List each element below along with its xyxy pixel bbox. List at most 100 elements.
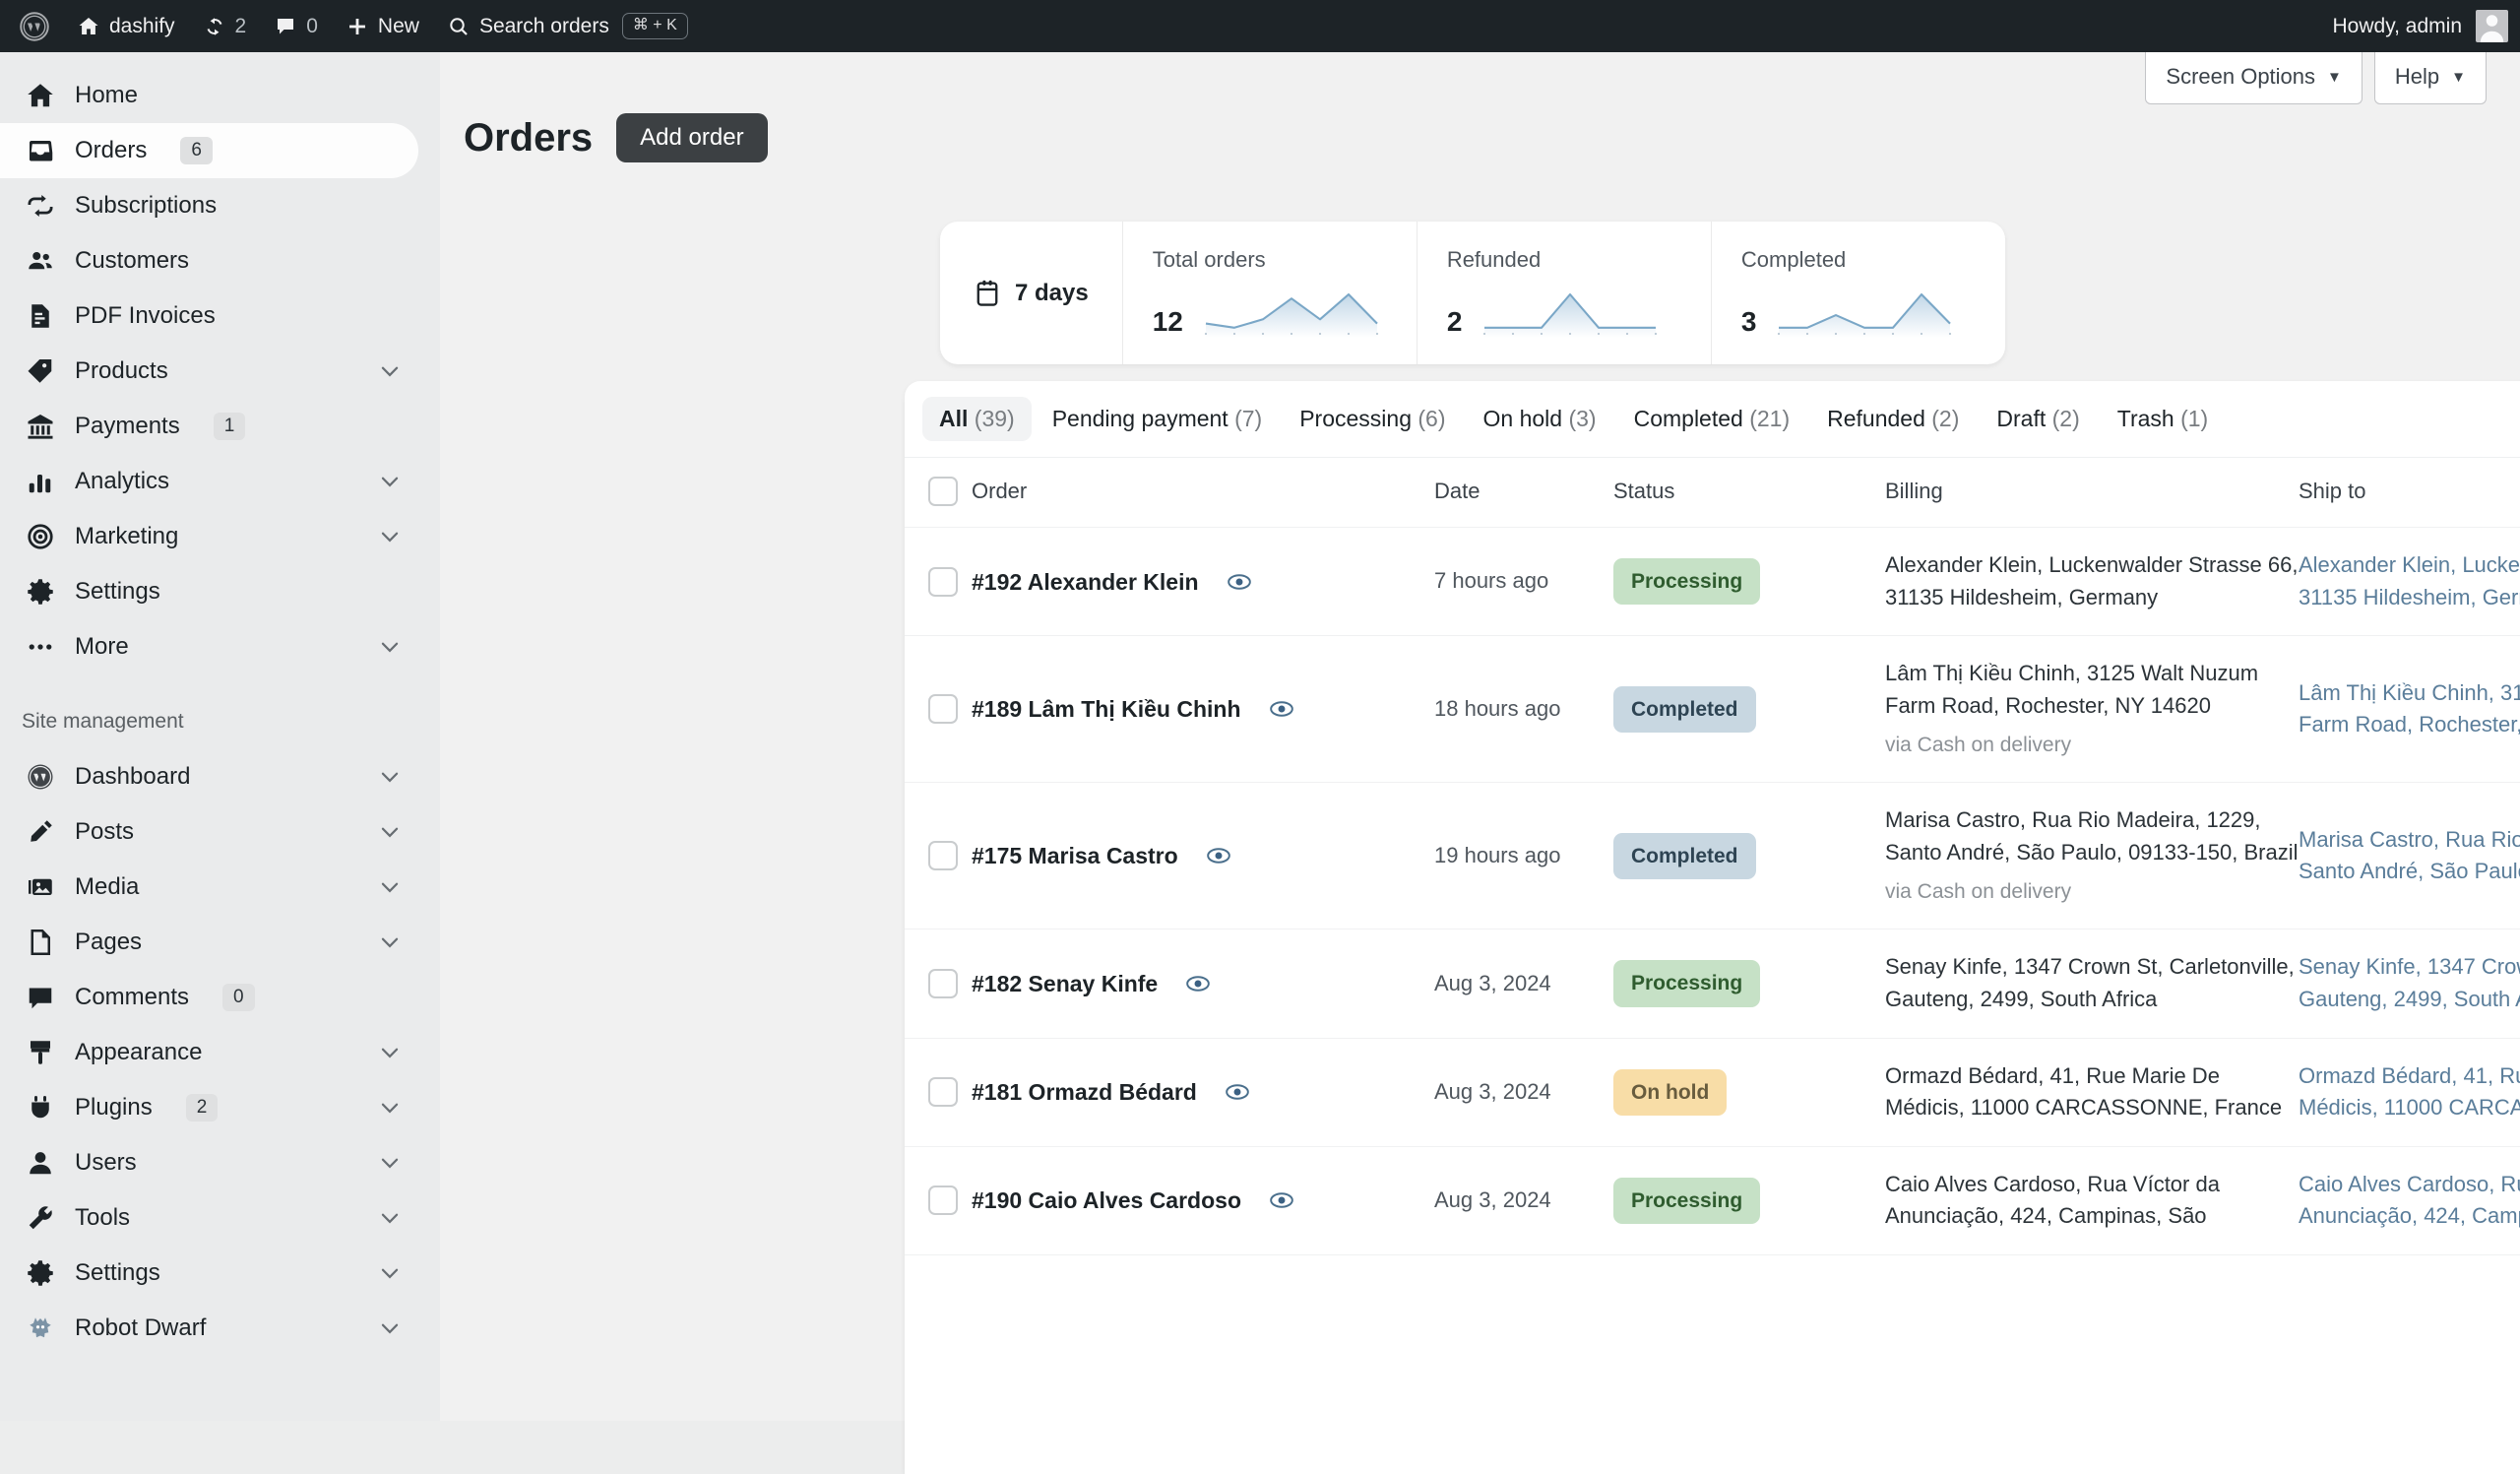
sidebar-item-customers[interactable]: Customers [0, 233, 418, 288]
screen-options-button[interactable]: Screen Options ▼ [2145, 52, 2362, 104]
user-avatar-icon [2476, 10, 2508, 42]
select-all-checkbox[interactable] [928, 477, 958, 506]
header-date[interactable]: Date [1434, 458, 1613, 528]
preview-order-icon[interactable] [1269, 1187, 1294, 1213]
header-billing[interactable]: Billing [1885, 458, 2299, 528]
sidebar-item-plugins[interactable]: Plugins2 [0, 1080, 418, 1135]
billing-cell: Ormazd Bédard, 41, Rue Marie De Médicis,… [1885, 1038, 2299, 1146]
row-checkbox[interactable] [928, 969, 958, 998]
sidebar-item-pdf-invoices[interactable]: PDF Invoices [0, 288, 418, 344]
tab-processing[interactable]: Processing (6) [1283, 397, 1462, 441]
tab-trash[interactable]: Trash (1) [2101, 397, 2225, 441]
stat-value: 12 [1153, 306, 1183, 338]
stat-cell: Completed3 [1711, 222, 2005, 364]
refresh-icon [26, 191, 55, 221]
row-checkbox[interactable] [928, 841, 958, 870]
calendar-icon [974, 279, 1001, 308]
help-button[interactable]: Help ▼ [2374, 52, 2487, 104]
sidebar-item-marketing[interactable]: Marketing [0, 509, 418, 564]
admin-bar-comments[interactable]: 0 [260, 0, 332, 52]
preview-order-icon[interactable] [1227, 569, 1252, 595]
tab-all[interactable]: All (39) [922, 397, 1032, 441]
wordpress-logo-button[interactable] [14, 12, 63, 41]
ship-to-link[interactable]: Lâm Thị Kiều Chinh, 3125 Walt Nuzum Farm… [2299, 680, 2520, 737]
row-select-cell [905, 783, 972, 929]
tab-label: Refunded [1827, 406, 1925, 431]
search-shortcut-badge: ⌘ + K [622, 13, 688, 40]
header-ship-to[interactable]: Ship to [2299, 458, 2520, 528]
preview-order-icon[interactable] [1206, 843, 1231, 868]
ship-to-link[interactable]: Marisa Castro, Rua Rio Madeira, 1229, Sa… [2299, 827, 2520, 884]
sidebar-item-comments[interactable]: Comments0 [0, 970, 418, 1025]
tab-on-hold[interactable]: On hold (3) [1467, 397, 1613, 441]
page-title: Orders [464, 116, 593, 160]
sidebar-item-products[interactable]: Products [0, 344, 418, 399]
avatar[interactable] [2476, 10, 2508, 42]
sidebar-item-media[interactable]: Media [0, 860, 418, 915]
header-order[interactable]: Order [972, 458, 1434, 528]
table-row[interactable]: #190 Caio Alves CardosoAug 3, 2024Proces… [905, 1146, 2520, 1254]
sidebar-item-label: Appearance [75, 1039, 202, 1066]
admin-bar-search[interactable]: Search orders ⌘ + K [433, 0, 702, 52]
ellipsis-icon [26, 632, 55, 662]
row-checkbox[interactable] [928, 1186, 958, 1215]
robot-icon [26, 1314, 55, 1343]
header-status[interactable]: Status [1613, 458, 1885, 528]
chevron-down-icon [377, 634, 403, 660]
tab-draft[interactable]: Draft (2) [1980, 397, 2096, 441]
sidebar-item-robot-dwarf[interactable]: Robot Dwarf [0, 1301, 418, 1356]
preview-order-icon[interactable] [1269, 696, 1294, 722]
add-order-button[interactable]: Add order [616, 113, 767, 162]
order-link[interactable]: #175 Marisa Castro [972, 839, 1178, 872]
ship-to-link[interactable]: Caio Alves Cardoso, Rua Víctor da Anunci… [2299, 1172, 2520, 1229]
row-checkbox[interactable] [928, 694, 958, 724]
ship-to-link[interactable]: Ormazd Bédard, 41, Rue Marie De Médicis,… [2299, 1063, 2520, 1121]
sidebar-item-posts[interactable]: Posts [0, 804, 418, 860]
stat-row: 12 [1153, 287, 1417, 338]
admin-bar-site[interactable]: dashify [63, 0, 189, 52]
sidebar-item-tools[interactable]: Tools [0, 1190, 418, 1246]
tab-refunded[interactable]: Refunded (2) [1810, 397, 1976, 441]
admin-bar-site-label: dashify [109, 15, 175, 38]
sidebar-item-pages[interactable]: Pages [0, 915, 418, 970]
tab-pending-payment[interactable]: Pending payment (7) [1036, 397, 1280, 441]
ship-to-link[interactable]: Alexander Klein, Luckenwalder Strasse 66… [2299, 552, 2520, 609]
sidebar-item-more[interactable]: More [0, 619, 418, 674]
sidebar-item-payments[interactable]: Payments1 [0, 399, 418, 454]
date-range-selector[interactable]: 7 days [940, 222, 1122, 364]
sidebar-item-appearance[interactable]: Appearance [0, 1025, 418, 1080]
sidebar-item-orders[interactable]: Orders6 [0, 123, 418, 178]
comment-icon [26, 983, 55, 1012]
sidebar-primary-group: HomeOrders6SubscriptionsCustomersPDF Inv… [0, 68, 440, 674]
preview-order-icon[interactable] [1225, 1079, 1250, 1105]
ship-to-link[interactable]: Senay Kinfe, 1347 Crown St, Carletonvill… [2299, 954, 2520, 1011]
sidebar-item-subscriptions[interactable]: Subscriptions [0, 178, 418, 233]
order-link[interactable]: #190 Caio Alves Cardoso [972, 1184, 1241, 1217]
order-link[interactable]: #181 Ormazd Bédard [972, 1075, 1197, 1109]
sidebar-item-settings[interactable]: Settings [0, 564, 418, 619]
row-checkbox[interactable] [928, 567, 958, 597]
table-row[interactable]: #182 Senay KinfeAug 3, 2024ProcessingSen… [905, 929, 2520, 1038]
admin-bar-updates[interactable]: 2 [189, 0, 261, 52]
sidebar-item-analytics[interactable]: Analytics [0, 454, 418, 509]
row-checkbox[interactable] [928, 1077, 958, 1107]
order-link[interactable]: #192 Alexander Klein [972, 565, 1199, 599]
stat-row: 3 [1741, 287, 2005, 338]
sidebar-item-home[interactable]: Home [0, 68, 418, 123]
sidebar-item-settings[interactable]: Settings [0, 1246, 418, 1301]
sidebar-item-users[interactable]: Users [0, 1135, 418, 1190]
sidebar-item-dashboard[interactable]: Dashboard [0, 749, 418, 804]
table-row[interactable]: #192 Alexander Klein7 hours agoProcessin… [905, 528, 2520, 636]
order-link[interactable]: #189 Lâm Thị Kiều Chinh [972, 692, 1241, 726]
table-row[interactable]: #181 Ormazd BédardAug 3, 2024On holdOrma… [905, 1038, 2520, 1146]
preview-order-icon[interactable] [1185, 971, 1211, 996]
tab-completed[interactable]: Completed (21) [1617, 397, 1807, 441]
status-badge: Processing [1613, 1178, 1760, 1224]
howdy-label[interactable]: Howdy, admin [2333, 15, 2463, 38]
order-link[interactable]: #182 Senay Kinfe [972, 967, 1158, 1000]
chevron-down-icon [377, 929, 403, 955]
table-row[interactable]: #189 Lâm Thị Kiều Chinh18 hours agoCompl… [905, 636, 2520, 783]
table-row[interactable]: #175 Marisa Castro19 hours agoCompletedM… [905, 783, 2520, 929]
inbox-icon [26, 136, 55, 165]
admin-bar-new[interactable]: New [332, 0, 433, 52]
